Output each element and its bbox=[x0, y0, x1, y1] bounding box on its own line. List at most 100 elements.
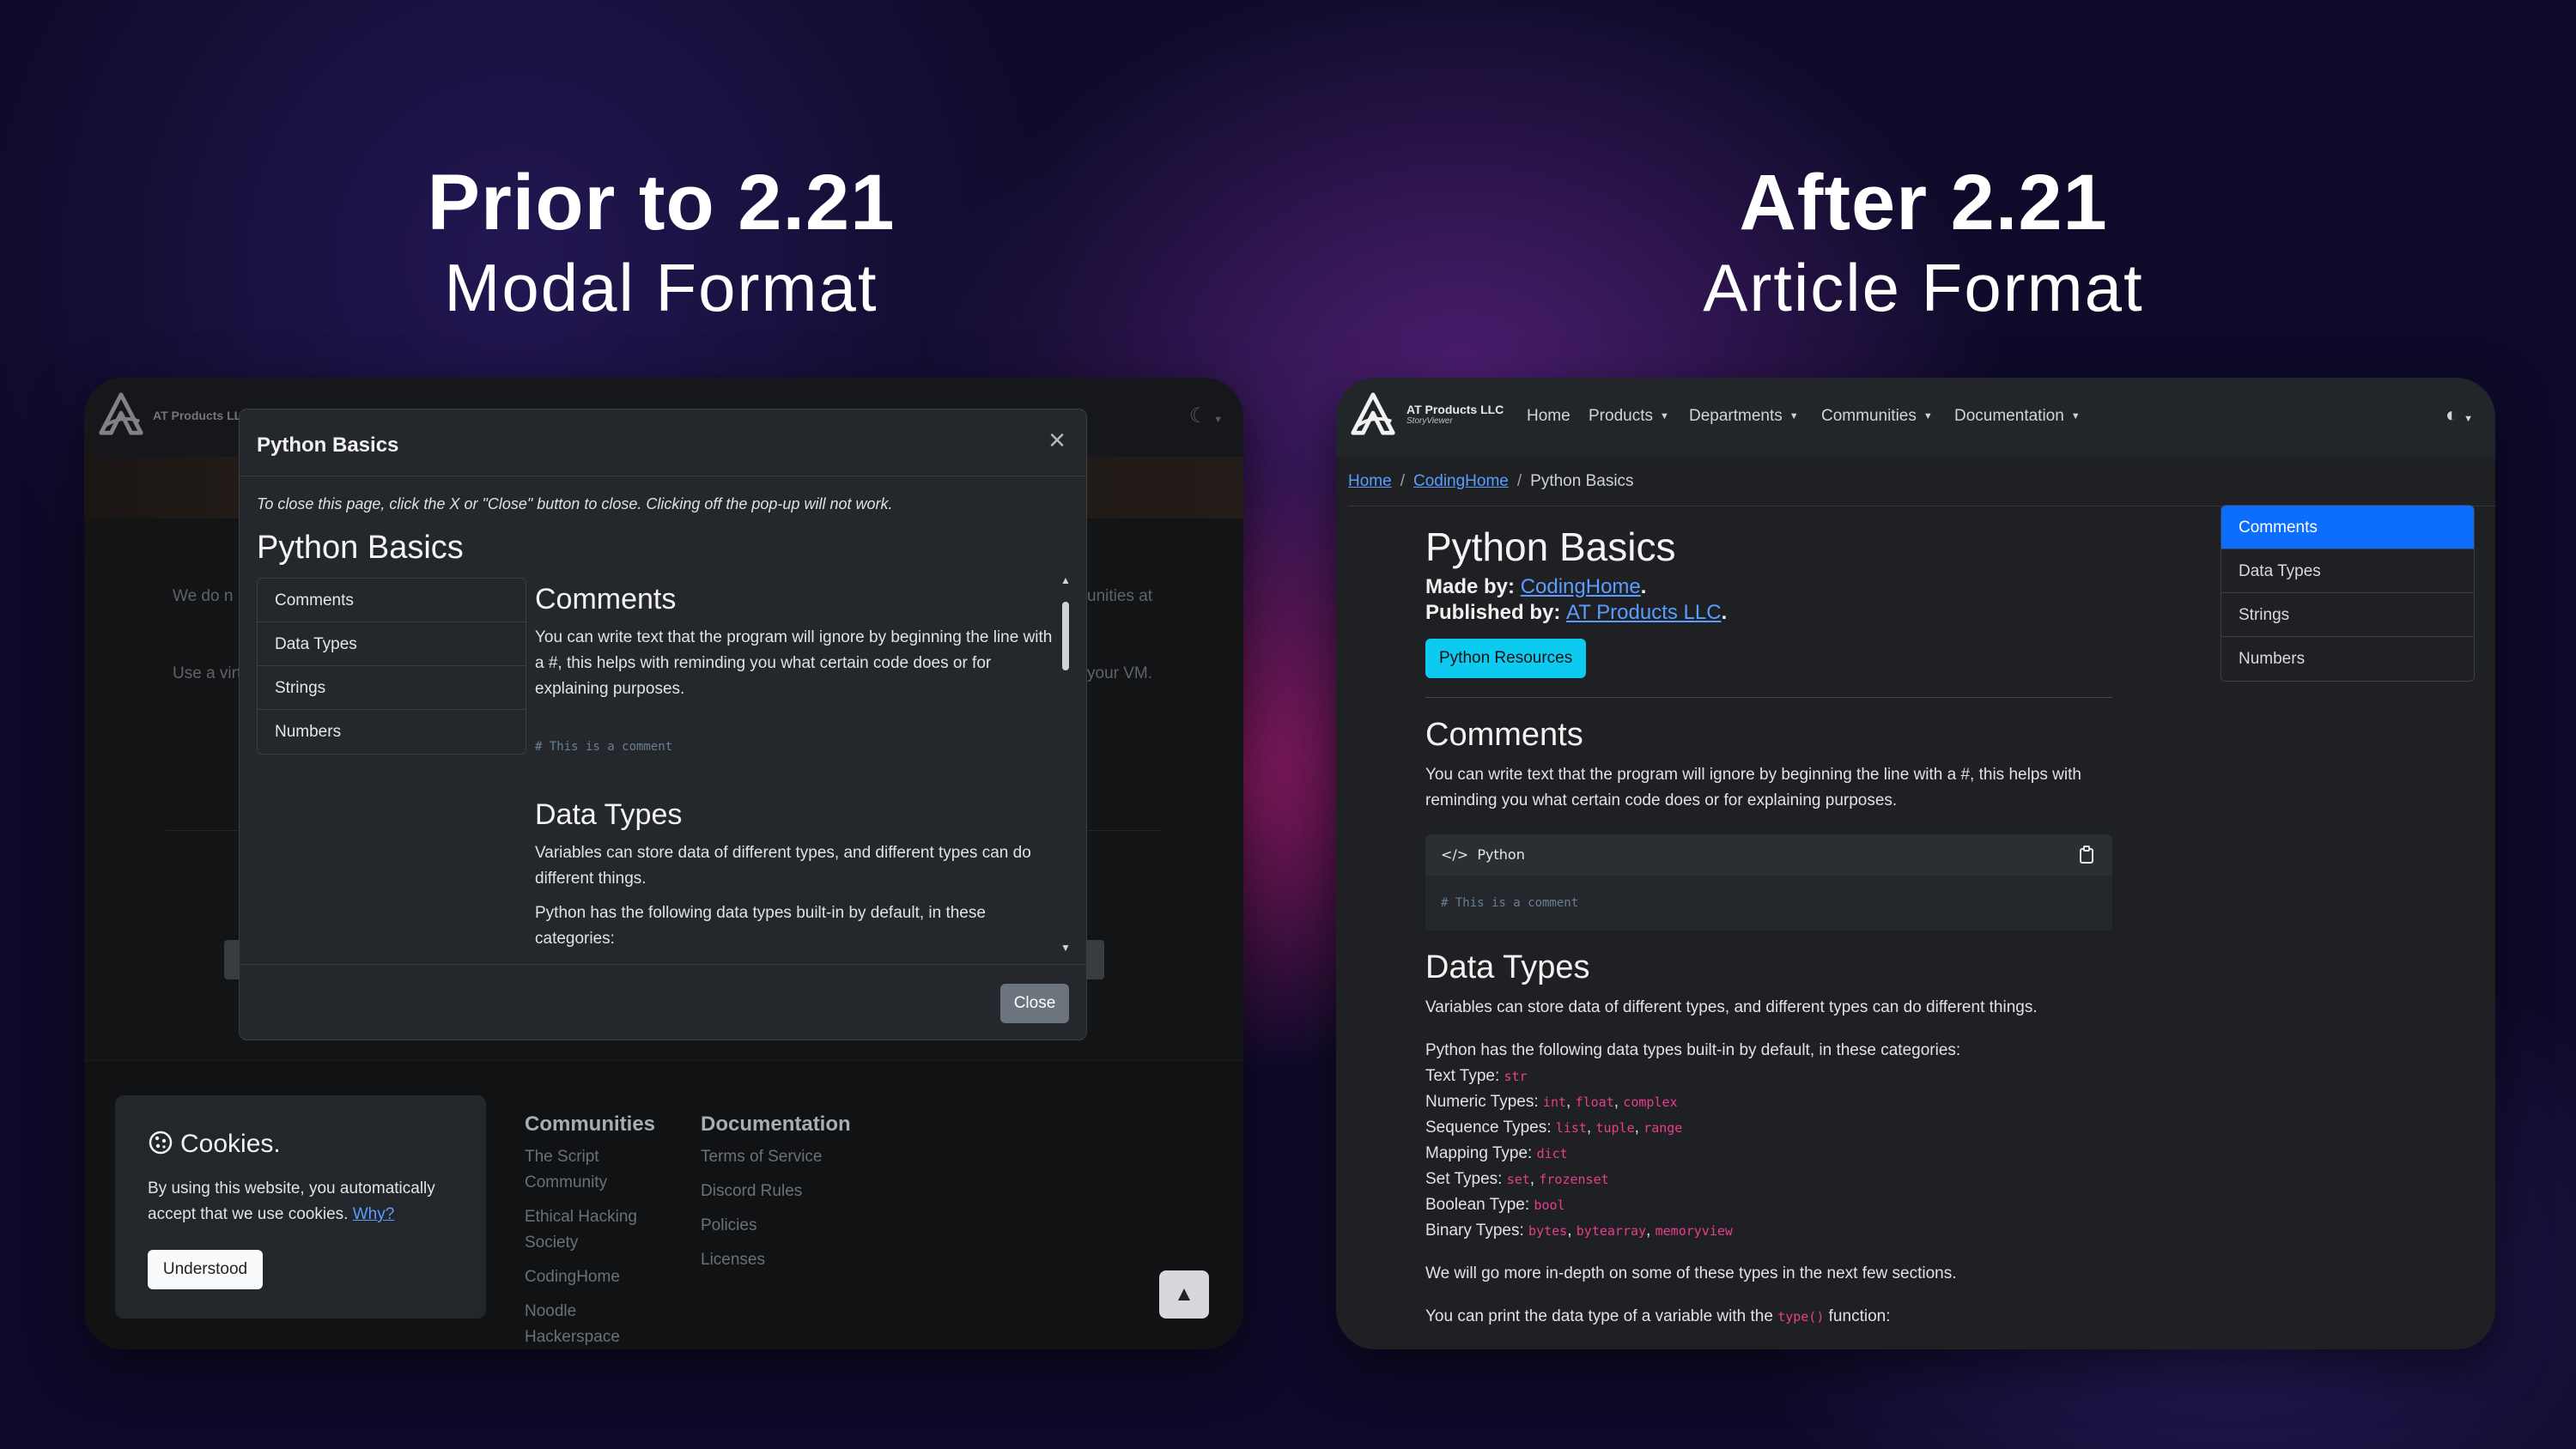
caret-down-icon: ▼ bbox=[1923, 411, 1933, 421]
toc-item-comments[interactable]: Comments bbox=[258, 579, 526, 622]
footer-link[interactable]: Licenses bbox=[701, 1247, 765, 1273]
nav-documentation[interactable]: Documentation ▼ bbox=[1954, 407, 2081, 426]
theme-toggle-icon[interactable]: ◐ ▼ bbox=[2445, 403, 2473, 427]
data-type-row: Set Types: set, frozenset bbox=[1425, 1167, 2112, 1192]
caret-down-icon: ▼ bbox=[1789, 411, 1799, 421]
data-type-label: Sequence Types: bbox=[1425, 1119, 1556, 1137]
toc-item-strings[interactable]: Strings bbox=[2221, 593, 2474, 637]
toc-item-strings[interactable]: Strings bbox=[258, 666, 526, 710]
published-by-link[interactable]: AT Products LLC bbox=[1566, 601, 1722, 624]
nav-communities[interactable]: Communities ▼ bbox=[1821, 407, 1933, 426]
footer-link[interactable]: Noodle Hackerspace bbox=[525, 1299, 671, 1349]
heading-after: After 2.21 Article Format bbox=[1623, 163, 2224, 321]
comma-separator: , bbox=[1566, 1093, 1576, 1111]
nav-communities-label: Communities bbox=[1821, 407, 1917, 425]
nav-home[interactable]: Home bbox=[1527, 407, 1571, 426]
modal-scrollbar[interactable]: ▲ ▼ bbox=[1060, 574, 1071, 954]
python-resources-button[interactable]: Python Resources bbox=[1425, 639, 1587, 678]
more-text: We will go more in-depth on some of thes… bbox=[1425, 1264, 1957, 1282]
breadcrumb-codinghome[interactable]: CodingHome bbox=[1413, 472, 1509, 490]
data-type-label: Text Type: bbox=[1425, 1067, 1504, 1085]
python-basics-modal: Python Basics × To close this page, clic… bbox=[239, 409, 1087, 1040]
breadcrumb: Home / CodingHome / Python Basics bbox=[1348, 457, 2495, 506]
code-block: </> Python # This is a comment bbox=[1425, 834, 2112, 931]
close-icon[interactable]: × bbox=[1043, 426, 1071, 455]
data-types-text: Variables can store data of different ty… bbox=[1425, 998, 2038, 1016]
close-button[interactable]: Close bbox=[1000, 984, 1069, 1023]
comma-separator: , bbox=[1529, 1170, 1540, 1188]
data-type-keyword: str bbox=[1504, 1069, 1528, 1084]
data-type-keyword: bool bbox=[1534, 1197, 1565, 1213]
code-icon: </> bbox=[1441, 846, 1469, 863]
footer-link[interactable]: Policies bbox=[701, 1213, 756, 1239]
breadcrumb-separator: / bbox=[1400, 472, 1405, 490]
data-type-keyword: tuple bbox=[1595, 1120, 1635, 1136]
data-type-label: Numeric Types: bbox=[1425, 1093, 1543, 1111]
data-type-keyword: bytes bbox=[1528, 1223, 1568, 1239]
article-title: Python Basics bbox=[1425, 524, 1676, 569]
data-type-keyword: list bbox=[1555, 1120, 1587, 1136]
made-by: Made by: CodingHome. bbox=[1425, 575, 1647, 598]
made-by-link[interactable]: CodingHome bbox=[1521, 575, 1641, 598]
data-type-label: Set Types: bbox=[1425, 1170, 1507, 1188]
section-heading-data-types: Data Types bbox=[535, 798, 683, 831]
article-divider bbox=[1425, 697, 2112, 698]
understood-button[interactable]: Understood bbox=[148, 1250, 263, 1289]
nav-departments[interactable]: Departments ▼ bbox=[1689, 407, 1799, 426]
code-block-header: </> Python bbox=[1425, 834, 2112, 876]
breadcrumb-home[interactable]: Home bbox=[1348, 472, 1392, 490]
toc-item-data-types[interactable]: Data Types bbox=[2221, 549, 2474, 593]
footer-link[interactable]: CodingHome bbox=[525, 1264, 671, 1290]
toc-item-numbers[interactable]: Numbers bbox=[258, 710, 526, 754]
made-by-label: Made by: bbox=[1425, 575, 1516, 598]
section-heading-comments: Comments bbox=[535, 583, 677, 615]
toc-item-numbers[interactable]: Numbers bbox=[2221, 637, 2474, 681]
data-types-intro: Python has the following data types buil… bbox=[1425, 1041, 1961, 1059]
data-type-keyword: dict bbox=[1536, 1146, 1568, 1161]
data-type-label: Mapping Type: bbox=[1425, 1144, 1537, 1162]
scroll-down-icon[interactable]: ▼ bbox=[1060, 942, 1071, 954]
data-type-row: Sequence Types: list, tuple, range bbox=[1425, 1115, 2112, 1141]
inline-code: type() bbox=[1777, 1309, 1825, 1325]
old-format-screenshot: AT Products LL ☾ ▼ We do n unities at Us… bbox=[84, 378, 1243, 1349]
article-main: Python Basics Made by: CodingHome. Publi… bbox=[1425, 506, 2112, 1330]
heading-prior-subtitle: Modal Format bbox=[444, 250, 878, 325]
caret-down-icon: ▼ bbox=[1659, 411, 1669, 421]
cookie-why-link[interactable]: Why? bbox=[353, 1205, 395, 1223]
nav-products[interactable]: Products ▼ bbox=[1589, 407, 1669, 426]
heading-after-title: After 2.21 bbox=[1739, 159, 2108, 246]
data-type-list: Text Type: str Numeric Types: int, float,… bbox=[1425, 1064, 2112, 1244]
modal-scroll-content[interactable]: Comments You can write text that the pro… bbox=[535, 578, 1057, 950]
data-type-keyword: float bbox=[1575, 1094, 1614, 1110]
scroll-to-top-button[interactable]: ▲ bbox=[1159, 1270, 1209, 1319]
data-types-text-2: Python has the following data types buil… bbox=[535, 904, 986, 948]
clipboard-icon[interactable] bbox=[2078, 834, 2095, 879]
print-text-pre: You can print the data type of a variabl… bbox=[1425, 1307, 1773, 1325]
data-type-keyword: memoryview bbox=[1655, 1223, 1733, 1239]
heading-prior: Prior to 2.21 Modal Format bbox=[369, 163, 953, 321]
breadcrumb-separator: / bbox=[1516, 472, 1522, 490]
data-type-keyword: frozenset bbox=[1539, 1172, 1609, 1187]
footer-link[interactable]: Terms of Service bbox=[701, 1144, 822, 1170]
data-type-row: Binary Types: bytes, bytearray, memoryvi… bbox=[1425, 1218, 2112, 1244]
scrollbar-thumb[interactable] bbox=[1062, 602, 1069, 670]
data-type-keyword: complex bbox=[1623, 1094, 1678, 1110]
toc-item-data-types[interactable]: Data Types bbox=[258, 622, 526, 666]
new-brand: AT Products LLC StoryViewer bbox=[1406, 403, 1504, 426]
scroll-up-icon[interactable]: ▲ bbox=[1060, 574, 1071, 586]
data-type-row: Mapping Type: dict bbox=[1425, 1141, 2112, 1167]
footer-link[interactable]: Ethical Hacking Society bbox=[525, 1204, 671, 1256]
data-type-keyword: range bbox=[1643, 1120, 1683, 1136]
toc-item-comments[interactable]: Comments bbox=[2221, 506, 2474, 549]
data-type-label: Boolean Type: bbox=[1425, 1196, 1534, 1214]
cookie-banner: Cookies. By using this website, you auto… bbox=[115, 1095, 486, 1319]
heading-after-subtitle: Article Format bbox=[1703, 250, 2144, 325]
brand-product: StoryViewer bbox=[1406, 416, 1453, 426]
arrow-up-icon: ▲ bbox=[1174, 1282, 1194, 1306]
nav-documentation-label: Documentation bbox=[1954, 407, 2064, 425]
footer-link[interactable]: Discord Rules bbox=[701, 1179, 802, 1204]
article-toc: Comments Data Types Strings Numbers bbox=[2221, 505, 2475, 682]
footer-link[interactable]: The Script Community bbox=[525, 1144, 671, 1196]
logo-icon[interactable] bbox=[1348, 390, 1398, 440]
breadcrumb-current: Python Basics bbox=[1530, 472, 1634, 490]
